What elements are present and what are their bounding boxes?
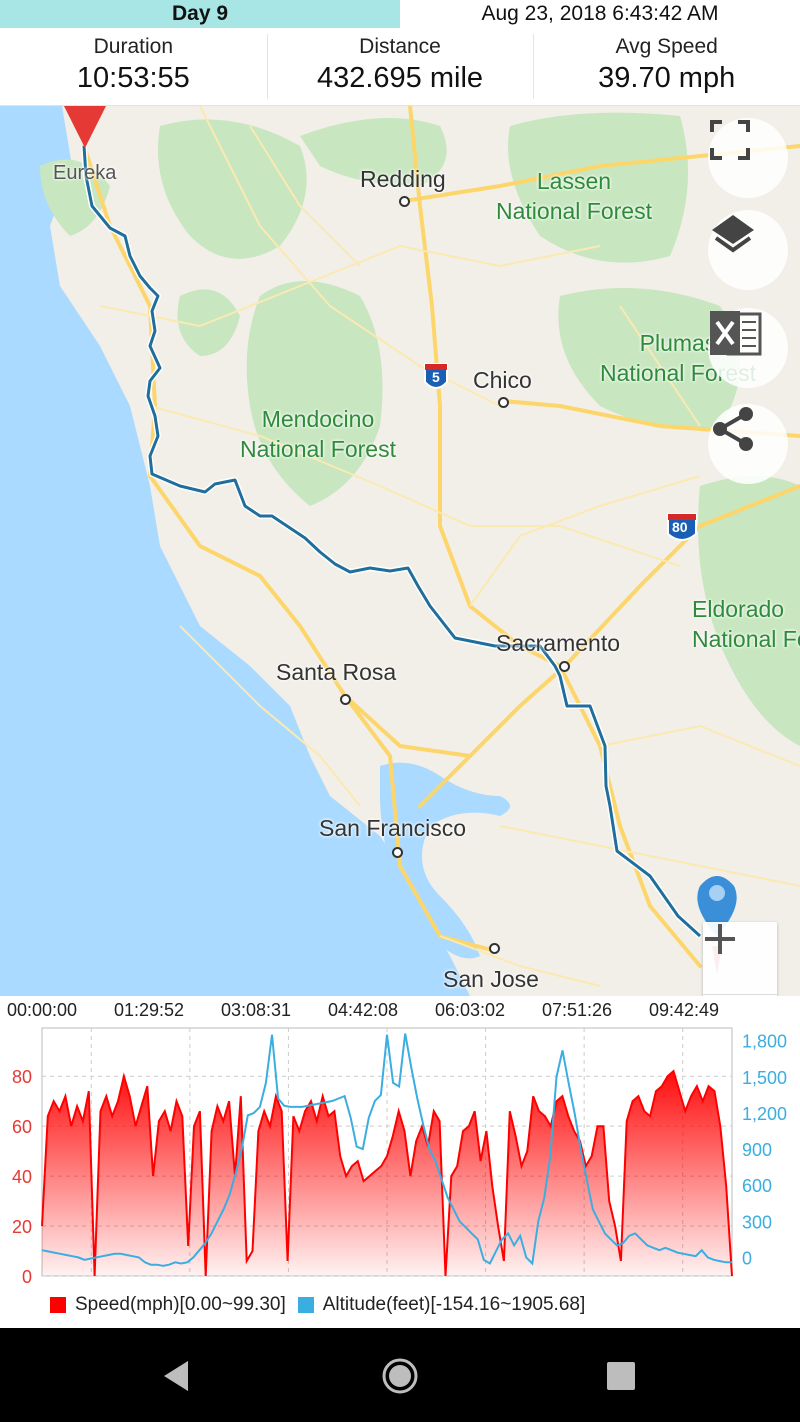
city-label-redding: Redding [360,166,446,192]
x-tick-label: 06:03:02 [435,1000,505,1020]
y-left-tick-label: 40 [12,1167,32,1187]
city-dot [489,943,500,954]
y-left-tick-label: 20 [12,1217,32,1237]
city-dot [392,847,403,858]
x-tick-label: 07:51:26 [542,1000,612,1020]
highway-5-label: 5 [432,369,440,385]
city-label-san-jose: San Jose [443,966,539,992]
city-dot [559,661,570,672]
y-right-tick-label: 1,500 [742,1068,787,1088]
x-tick-label: 09:42:49 [649,1000,719,1020]
recents-button[interactable] [601,1356,641,1396]
home-icon [382,1358,418,1394]
minus-icon [705,937,735,941]
avg-speed-value: 39.70 mph [598,62,736,94]
legend-altitude-label: Altitude(feet)[-154.16~1905.68] [322,1294,586,1315]
x-tick-label: 00:00:00 [7,1000,77,1020]
chart-legend: Speed(mph)[0.00~99.30] Altitude(feet)[-1… [50,1294,597,1316]
forest-label-lassen: Lassen National Forest [496,168,652,224]
y-left-tick-label: 60 [12,1117,32,1137]
system-nav-bar [0,1328,800,1422]
fullscreen-button[interactable] [708,118,788,198]
y-right-tick-label: 600 [742,1176,772,1196]
layers-button[interactable] [708,210,788,290]
x-tick-label: 03:08:31 [221,1000,291,1020]
avg-speed-stat: Avg Speed 39.70 mph [533,28,800,105]
city-label-sacramento: Sacramento [496,630,621,656]
share-icon [713,407,753,451]
legend-altitude-swatch [297,1297,314,1313]
city-label-santa-rosa: Santa Rosa [276,659,397,685]
forest-label-eldorado: Eldorado National Forest [692,596,800,652]
recents-icon [607,1362,635,1390]
city-dot [399,196,410,207]
zoom-controls [703,922,777,996]
export-excel-button[interactable] [708,308,788,388]
forest-area [246,281,383,506]
avg-speed-label: Avg Speed [615,35,718,58]
y-left-tick-label: 0 [22,1267,32,1287]
city-label-eureka: Eureka [53,162,117,184]
x-tick-label: 04:42:08 [328,1000,398,1020]
forest-label-mendocino: Mendocino National Forest [240,406,396,462]
speed-altitude-chart[interactable]: 00:00:00 01:29:52 03:08:31 04:42:08 06:03:02… [0,996,800,1328]
y-right-tick-label: 300 [742,1212,772,1232]
legend-speed[interactable]: Speed(mph)[0.00~99.30] [50,1294,286,1316]
fullscreen-icon [710,120,750,160]
home-button[interactable] [380,1356,420,1396]
y-left-tick-label: 80 [12,1067,32,1087]
route-map[interactable]: Eureka Redding Chico Sacramento Santa Ro… [0,106,800,996]
duration-value: 10:53:55 [76,62,190,94]
city-dot [498,397,509,408]
trip-datetime: Aug 23, 2018 6:43:42 AM [481,2,719,25]
map-canvas[interactable] [0,106,800,996]
legend-speed-label: Speed(mph)[0.00~99.30] [75,1294,286,1315]
y-right-tick-label: 1,800 [742,1032,787,1052]
city-label-chico: Chico [473,367,532,393]
city-dot [340,694,351,705]
duration-stat: Duration 10:53:55 [0,28,267,105]
day-tab[interactable]: Day 9 [0,0,400,28]
share-button[interactable] [708,404,788,484]
y-right-tick-label: 900 [742,1140,772,1160]
excel-icon [710,311,762,356]
start-marker [64,106,106,148]
city-label-san-francisco: San Francisco [319,815,467,841]
distance-label: Distance [359,35,441,58]
distance-stat: Distance 432.695 mile [266,28,534,105]
trip-stats: Duration 10:53:55 Distance 432.695 mile … [0,28,800,106]
distance-value: 432.695 mile [316,62,484,94]
back-icon [164,1361,188,1391]
duration-label: Duration [93,35,174,58]
forest-area [158,119,307,259]
y-right-tick-label: 0 [742,1248,752,1268]
highway-80-label: 80 [672,519,688,535]
y-right-tick-label: 1,200 [742,1104,787,1124]
x-tick-label: 01:29:52 [114,1000,184,1020]
chart-canvas[interactable]: 00:00:00 01:29:52 03:08:31 04:42:08 06:03:02… [0,996,800,1296]
top-bar: Day 9 Aug 23, 2018 6:43:42 AM [0,0,800,28]
back-button[interactable] [156,1356,196,1396]
legend-altitude[interactable]: Altitude(feet)[-154.16~1905.68] [297,1294,586,1316]
legend-speed-swatch [50,1297,66,1313]
layers-icon [712,215,754,253]
